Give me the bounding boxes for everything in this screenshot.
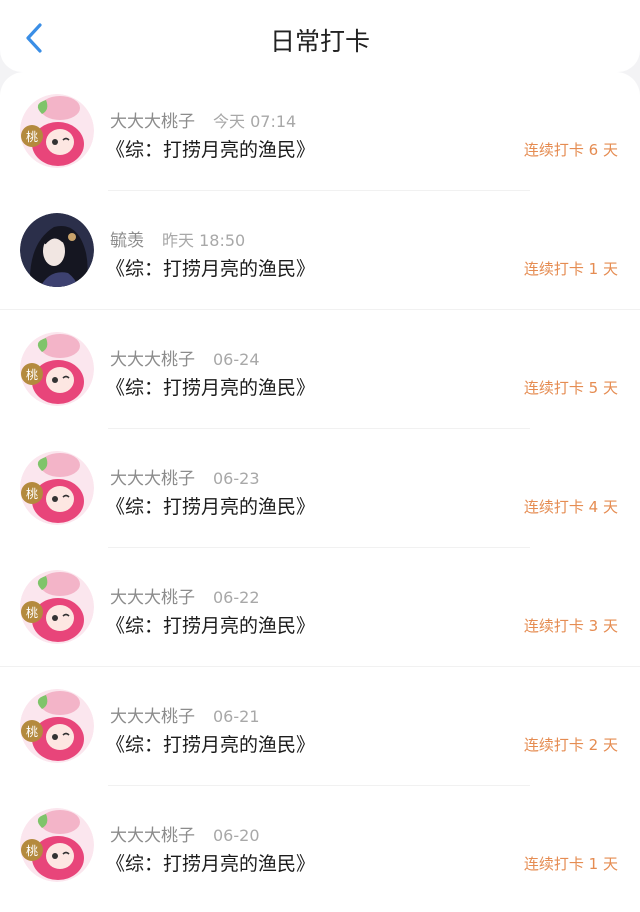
list-item[interactable]: 桃 大大大桃子 06-21 《综：打捞月亮的渔民》 连续打卡 2 天 — [0, 667, 640, 786]
list-item[interactable]: 桃 大大大桃子 06-23 《综：打捞月亮的渔民》 连续打卡 4 天 — [0, 429, 640, 548]
timestamp: 06-20 — [213, 826, 260, 845]
svg-text:桃: 桃 — [26, 605, 38, 620]
user-name[interactable]: 大大大桃子 — [110, 588, 195, 608]
user-avatar[interactable]: 桃 — [20, 808, 94, 882]
app-header: 日常打卡 — [0, 0, 640, 72]
list-item[interactable]: 桃 大大大桃子 06-22 《综：打捞月亮的渔民》 连续打卡 3 天 — [0, 548, 640, 667]
checkin-list: 桃 大大大桃子 今天 07:14 《综：打捞月亮的渔民》 连续打卡 6 天 毓羡昨… — [0, 72, 640, 912]
timestamp: 06-24 — [213, 350, 260, 369]
timestamp: 06-21 — [213, 707, 260, 726]
svg-text:桃: 桃 — [26, 724, 38, 739]
entry-meta: 大大大桃子 06-23 — [110, 464, 260, 489]
list-item[interactable]: 桃 大大大桃子 06-20 《综：打捞月亮的渔民》 连续打卡 1 天 — [0, 786, 640, 905]
streak-badge: 连续打卡 1 天 — [523, 260, 618, 278]
user-avatar[interactable]: 桃 — [20, 332, 94, 406]
streak-badge: 连续打卡 5 天 — [523, 379, 618, 397]
timestamp: 今天 07:14 — [213, 112, 297, 131]
book-title[interactable]: 《综：打捞月亮的渔民》 — [106, 373, 315, 400]
user-avatar[interactable]: 桃 — [20, 451, 94, 525]
user-name[interactable]: 大大大桃子 — [110, 707, 195, 727]
svg-text:桃: 桃 — [26, 129, 38, 144]
svg-text:桃: 桃 — [26, 367, 38, 382]
svg-text:桃: 桃 — [26, 486, 38, 501]
list-item[interactable]: 桃 大大大桃子 今天 07:14 《综：打捞月亮的渔民》 连续打卡 6 天 — [0, 72, 640, 191]
entry-meta: 大大大桃子 06-20 — [110, 821, 260, 846]
page-title: 日常打卡 — [269, 27, 370, 56]
book-title[interactable]: 《综：打捞月亮的渔民》 — [106, 611, 315, 638]
timestamp: 06-22 — [213, 588, 260, 607]
book-title[interactable]: 《综：打捞月亮的渔民》 — [106, 492, 315, 519]
entry-meta: 大大大桃子 06-21 — [110, 702, 260, 727]
user-avatar[interactable]: 桃 — [20, 570, 94, 644]
streak-badge: 连续打卡 2 天 — [523, 736, 618, 754]
book-title[interactable]: 《综：打捞月亮的渔民》 — [106, 254, 315, 281]
book-title[interactable]: 《综：打捞月亮的渔民》 — [106, 849, 315, 876]
user-name[interactable]: 大大大桃子 — [110, 350, 195, 370]
user-name[interactable]: 大大大桃子 — [110, 112, 195, 132]
timestamp: 06-23 — [213, 469, 260, 488]
book-title[interactable]: 《综：打捞月亮的渔民》 — [106, 730, 315, 757]
entry-meta: 大大大桃子 06-24 — [110, 345, 260, 370]
user-avatar[interactable]: 桃 — [20, 689, 94, 763]
streak-badge: 连续打卡 1 天 — [523, 855, 618, 873]
streak-badge: 连续打卡 4 天 — [523, 498, 618, 516]
user-avatar[interactable]: 桃 — [20, 94, 94, 168]
user-name[interactable]: 大大大桃子 — [110, 826, 195, 846]
streak-badge: 连续打卡 6 天 — [523, 141, 618, 159]
entry-meta: 大大大桃子 06-22 — [110, 583, 260, 608]
user-avatar[interactable] — [20, 213, 94, 287]
user-name[interactable]: 毓羡 — [110, 231, 144, 251]
user-name[interactable]: 大大大桃子 — [110, 469, 195, 489]
timestamp: 昨天 18:50 — [162, 231, 246, 250]
list-item[interactable]: 桃 大大大桃子 06-24 《综：打捞月亮的渔民》 连续打卡 5 天 — [0, 310, 640, 429]
svg-text:桃: 桃 — [26, 843, 38, 858]
book-title[interactable]: 《综：打捞月亮的渔民》 — [106, 135, 315, 162]
entry-meta: 大大大桃子 今天 07:14 — [110, 107, 296, 132]
list-item[interactable]: 毓羡 昨天 18:50 《综：打捞月亮的渔民》 连续打卡 1 天 — [0, 191, 640, 310]
entry-meta: 毓羡 昨天 18:50 — [110, 226, 245, 251]
streak-badge: 连续打卡 3 天 — [523, 617, 618, 635]
